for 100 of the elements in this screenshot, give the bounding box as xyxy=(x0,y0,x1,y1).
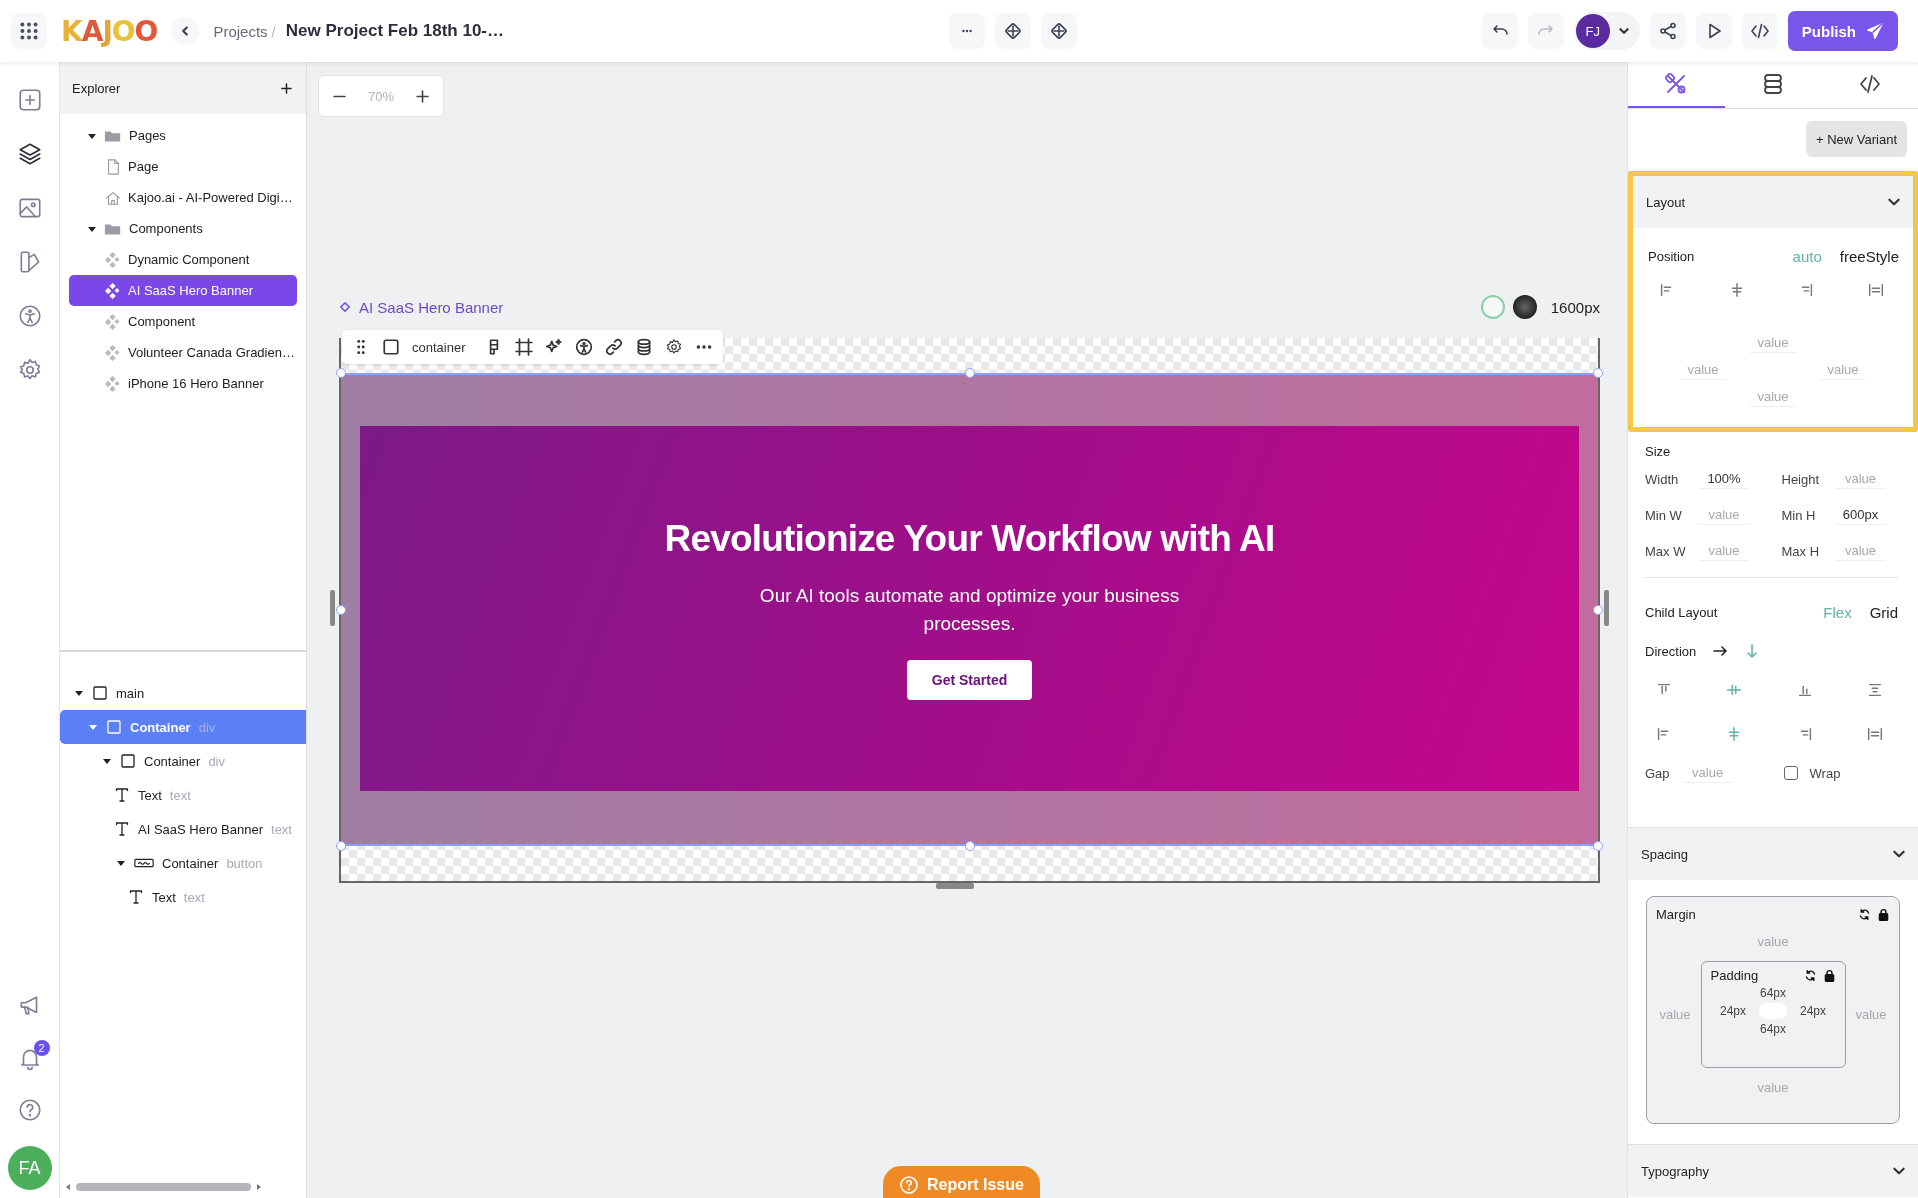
accessibility-icon[interactable] xyxy=(575,338,594,356)
caret-icon[interactable] xyxy=(116,858,126,868)
light-mode-toggle[interactable] xyxy=(1480,295,1505,319)
code-icon xyxy=(1749,21,1770,41)
direction-button[interactable] xyxy=(1712,643,1729,659)
explorer-title: Explorer xyxy=(72,80,121,96)
layer-item[interactable]: AI SaaS Hero Banner text xyxy=(60,812,306,846)
resize-handle[interactable] xyxy=(330,590,335,626)
section-header[interactable]: Layout xyxy=(1633,176,1913,228)
tree-item[interactable]: Volunteer Canada Gradien… xyxy=(69,337,297,368)
selection-handle[interactable] xyxy=(964,841,975,851)
code-button[interactable] xyxy=(1741,13,1778,49)
lock-icon[interactable] xyxy=(1877,908,1890,921)
arrow-right-icon xyxy=(1712,643,1729,659)
settings-icon[interactable] xyxy=(665,338,684,356)
selection-handle[interactable] xyxy=(336,368,346,378)
scroll-left-icon[interactable] xyxy=(64,1183,72,1191)
undo-button[interactable] xyxy=(1481,13,1518,49)
wrap-checkbox[interactable] xyxy=(1783,766,1798,780)
padding-top-field[interactable]: 64px xyxy=(1753,985,1793,1001)
margin-bottom-field[interactable]: value xyxy=(1750,1078,1796,1097)
field-label: Min H xyxy=(1781,507,1817,523)
size-field[interactable]: value xyxy=(1699,541,1749,561)
breadcrumb-separator: / xyxy=(271,22,276,40)
gap-field[interactable]: value xyxy=(1681,763,1734,783)
tree-item[interactable]: Page xyxy=(69,151,297,182)
scrollbar-thumb[interactable] xyxy=(76,1183,251,1191)
apps-menu-button[interactable] xyxy=(11,13,47,49)
user-menu-button[interactable]: FJ xyxy=(1573,12,1640,50)
back-button[interactable] xyxy=(171,17,200,45)
publish-button[interactable]: Publish xyxy=(1787,11,1898,51)
layer-item[interactable]: Container div xyxy=(60,744,306,778)
size-field[interactable]: value xyxy=(1835,469,1886,489)
layout-option[interactable]: Grid xyxy=(1869,604,1898,621)
layer-item[interactable]: main xyxy=(60,676,306,710)
new-variant-button[interactable]: + New Variant xyxy=(1805,121,1907,157)
lock-icon[interactable] xyxy=(1822,969,1836,982)
resize-handle[interactable] xyxy=(936,883,974,889)
breadcrumb-link[interactable]: Projects xyxy=(213,22,268,40)
code-icon xyxy=(1857,72,1882,96)
top-offset-field[interactable]: value xyxy=(1750,333,1796,353)
padding-bottom-field[interactable]: 64px xyxy=(1753,1021,1793,1037)
logo[interactable]: KAJOO xyxy=(61,14,158,48)
zoom-level: 70% xyxy=(368,88,395,104)
tree-item[interactable]: Dynamic Component xyxy=(69,244,297,275)
share-button[interactable] xyxy=(1649,13,1686,49)
padding-right-field[interactable]: 24px xyxy=(1793,1003,1833,1019)
section-header[interactable]: Typography xyxy=(1628,1145,1918,1197)
padding-left-field[interactable]: 24px xyxy=(1713,1003,1753,1019)
sync-icon[interactable] xyxy=(1803,969,1817,982)
selection-handle[interactable] xyxy=(1593,604,1603,615)
selection-handle[interactable] xyxy=(964,368,975,378)
size-field[interactable]: value xyxy=(1835,541,1886,561)
preview-button[interactable] xyxy=(1695,13,1732,49)
frame-icon[interactable] xyxy=(515,338,534,356)
layer-item[interactable]: Text text xyxy=(60,778,306,812)
get-started-button[interactable]: Get Started xyxy=(907,659,1032,700)
grid-icon xyxy=(18,20,40,42)
tree-item[interactable]: Component xyxy=(69,306,297,337)
margin-left-field[interactable]: value xyxy=(1656,1005,1694,1024)
size-field[interactable]: 600px xyxy=(1835,505,1886,525)
resize-handle[interactable] xyxy=(1604,590,1609,626)
size-field[interactable]: 100% xyxy=(1699,469,1749,489)
tree-item[interactable]: AI SaaS Hero Banner xyxy=(69,275,297,306)
position-option[interactable]: freeStyle xyxy=(1839,248,1899,265)
selection-handle[interactable] xyxy=(1593,841,1603,851)
selection-handle[interactable] xyxy=(336,841,346,851)
component-button[interactable] xyxy=(994,13,1031,49)
component-icon xyxy=(1048,21,1069,41)
bottom-offset-field[interactable]: value xyxy=(1750,387,1796,407)
margin-right-field[interactable]: value xyxy=(1852,1005,1890,1024)
link-icon[interactable] xyxy=(605,338,624,356)
notification-badge: 2 xyxy=(33,1040,50,1056)
zoom-in-icon[interactable] xyxy=(416,89,430,103)
section-header[interactable]: Spacing xyxy=(1628,828,1918,880)
left-offset-field[interactable]: value xyxy=(1680,360,1726,380)
add-icon xyxy=(16,87,43,113)
dark-mode-toggle[interactable] xyxy=(1512,295,1537,319)
right-offset-field[interactable]: value xyxy=(1820,360,1866,380)
layer-item[interactable]: Text text xyxy=(60,880,306,914)
selection-handle[interactable] xyxy=(1593,368,1603,378)
margin-top-field[interactable]: value xyxy=(1750,932,1796,951)
caret-icon[interactable] xyxy=(74,688,84,698)
sync-icon[interactable] xyxy=(1858,908,1871,921)
tree-item[interactable]: Kajoo.ai - AI-Powered Digi… xyxy=(69,182,297,213)
tree-item[interactable]: Pages xyxy=(69,120,297,151)
caret-icon[interactable] xyxy=(102,756,112,766)
layer-item[interactable]: Container button xyxy=(60,846,306,880)
tree-item[interactable]: iPhone 16 Hero Banner xyxy=(69,368,297,399)
hero-headline: Revolutionize Your Workflow with AI xyxy=(664,517,1275,560)
align-spread-icon xyxy=(1866,681,1884,699)
scroll-right-icon[interactable] xyxy=(255,1183,263,1191)
layer-item[interactable]: Container div xyxy=(60,710,306,744)
tree-item[interactable]: Components xyxy=(69,213,297,244)
component-button[interactable] xyxy=(1040,13,1077,49)
selection-handle[interactable] xyxy=(336,604,346,615)
add-icon[interactable] xyxy=(281,82,292,94)
selected-container[interactable]: Revolutionize Your Workflow with AI Our AI tools automate and optimize your business processes. Get Started xyxy=(341,373,1598,846)
field-label: Max H xyxy=(1781,543,1821,559)
size-field[interactable]: value xyxy=(1699,505,1749,525)
